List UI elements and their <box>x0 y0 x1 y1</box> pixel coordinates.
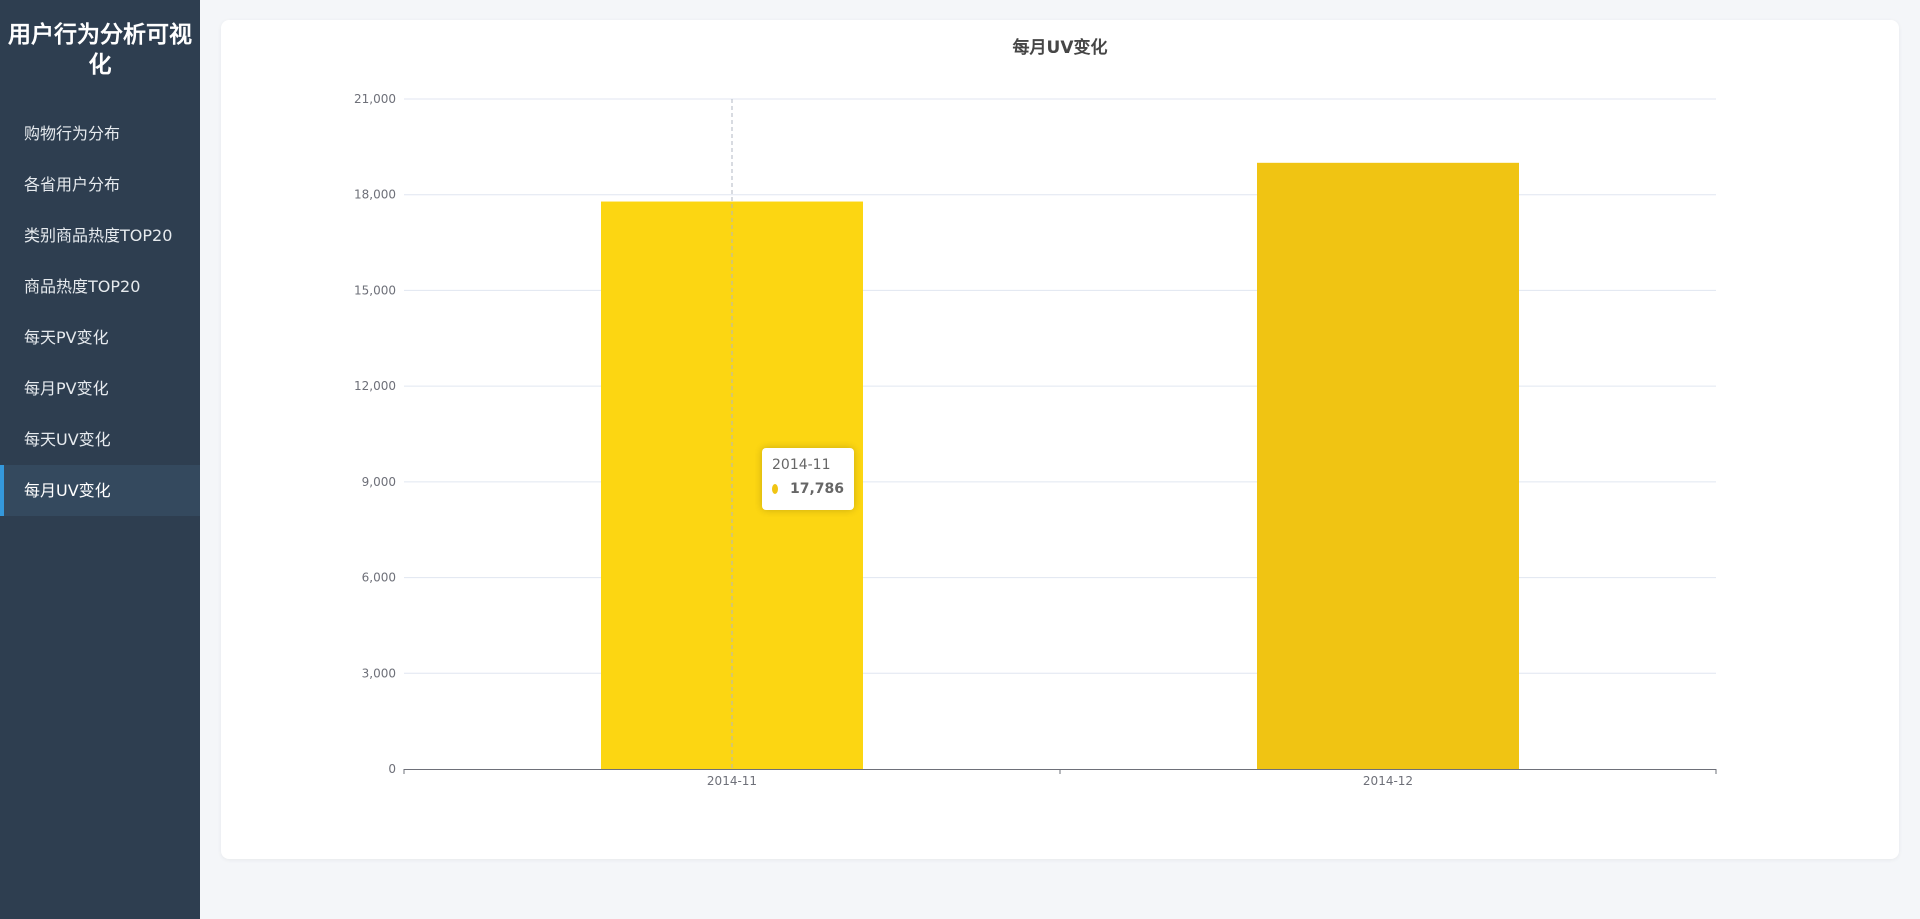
sidebar-item-4[interactable]: 商品热度TOP20 <box>0 261 200 312</box>
chart-title: 每月UV变化 <box>1013 37 1108 58</box>
x-tick-label: 2014-11 <box>707 774 757 788</box>
sidebar-item-1[interactable]: 购物行为分布 <box>0 108 200 159</box>
y-tick-label: 21,000 <box>354 92 396 106</box>
y-tick-label: 6,000 <box>362 571 396 585</box>
y-tick-label: 3,000 <box>362 666 396 680</box>
chart-tooltip: 2014-11 17,786 <box>762 448 854 510</box>
tooltip-series-dot-icon <box>772 484 778 494</box>
app-title: 用户行为分析可视化 <box>8 22 192 78</box>
y-tick-label: 15,000 <box>354 283 396 297</box>
tooltip-row: 17,786 <box>772 480 844 498</box>
tooltip-category: 2014-11 <box>772 457 831 473</box>
chart-card: 每月UV变化 0 3,000 6,000 9,000 12,000 15,000 18,000… <box>221 20 1899 859</box>
sidebar-item-8[interactable]: 每月UV变化 <box>0 465 200 516</box>
y-tick-label: 18,000 <box>354 188 396 202</box>
y-tick-label: 9,000 <box>362 475 396 489</box>
tooltip-value: 17,786 <box>789 481 844 497</box>
sidebar-item-2[interactable]: 各省用户分布 <box>0 159 200 210</box>
sidebar-nav: 购物行为分布 各省用户分布 类别商品热度TOP20 商品热度TOP20 每天PV变化 每月… <box>0 108 200 516</box>
sidebar-item-6[interactable]: 每月PV变化 <box>0 363 200 414</box>
app-root: 用户行为分析可视化 购物行为分布 各省用户分布 类别商品热度TOP20 商品热度TOP… <box>0 0 1920 919</box>
bar-2014-12[interactable] <box>1257 162 1519 770</box>
y-tick-label: 0 <box>388 762 396 776</box>
x-tick-label: 2014-12 <box>1363 774 1413 788</box>
sidebar-item-5[interactable]: 每天PV变化 <box>0 312 200 363</box>
sidebar: 用户行为分析可视化 购物行为分布 各省用户分布 类别商品热度TOP20 商品热度TOP… <box>0 0 200 919</box>
sidebar-item-7[interactable]: 每天UV变化 <box>0 414 200 465</box>
sidebar-item-3[interactable]: 类别商品热度TOP20 <box>0 210 200 261</box>
bar-chart[interactable]: 每月UV变化 0 3,000 6,000 9,000 12,000 15,000 18,000… <box>221 20 1899 859</box>
y-tick-label: 12,000 <box>354 379 396 393</box>
